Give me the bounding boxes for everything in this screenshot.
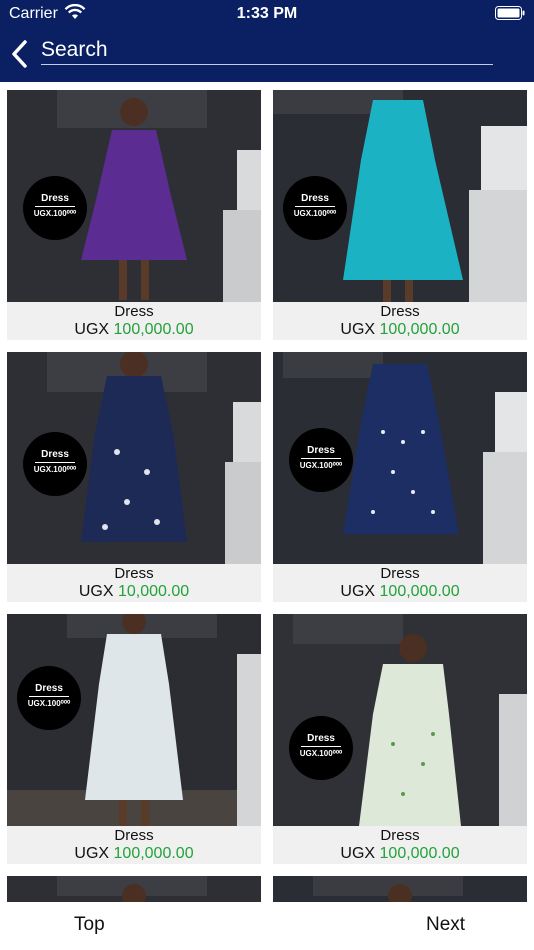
price-badge: Dress UGX.100⁰⁰⁰ <box>17 666 81 730</box>
product-price: UGX 100,000.00 <box>74 845 194 862</box>
product-name: Dress <box>380 303 420 320</box>
product-photo[interactable]: Dress UGX.100⁰⁰⁰ <box>7 352 261 564</box>
clock: 1:33 PM <box>236 5 298 22</box>
product-caption: Dress UGX 100,000.00 <box>7 826 261 864</box>
search-input[interactable] <box>41 36 493 65</box>
product-card[interactable]: Dress UGX.100⁰⁰⁰ Dress UGX 10,000.00 <box>7 352 261 602</box>
product-card-partial[interactable] <box>273 876 527 902</box>
status-bar: Carrier 1:33 PM <box>0 0 534 28</box>
product-caption: Dress UGX 100,000.00 <box>7 302 261 340</box>
product-price: UGX 100,000.00 <box>340 321 460 338</box>
product-card[interactable]: Dress UGX.100⁰⁰⁰ Dress UGX 100,000.00 <box>273 352 527 602</box>
product-card[interactable]: Dress UGX.100⁰⁰⁰ Dress UGX 100,000.00 <box>7 90 261 340</box>
product-caption: Dress UGX 100,000.00 <box>273 826 527 864</box>
product-caption: Dress UGX 100,000.00 <box>273 302 527 340</box>
product-name: Dress <box>380 827 420 844</box>
product-caption: Dress UGX 100,000.00 <box>273 564 527 602</box>
product-name: Dress <box>114 565 154 582</box>
product-caption: Dress UGX 10,000.00 <box>7 564 261 602</box>
product-price: UGX 100,000.00 <box>340 845 460 862</box>
price-badge: Dress UGX.100⁰⁰⁰ <box>289 428 353 492</box>
product-name: Dress <box>114 827 154 844</box>
product-price: UGX 100,000.00 <box>340 583 460 600</box>
product-card[interactable]: Dress UGX.100⁰⁰⁰ Dress UGX 100,000.00 <box>273 614 527 864</box>
price-badge: Dress UGX.100⁰⁰⁰ <box>289 716 353 780</box>
product-card[interactable]: Dress UGX.100⁰⁰⁰ Dress UGX 100,000.00 <box>7 614 261 864</box>
bottom-toolbar: Top Next <box>0 902 534 950</box>
product-price: UGX 100,000.00 <box>74 321 194 338</box>
product-price: UGX 10,000.00 <box>78 583 190 600</box>
product-card[interactable]: Dress UGX.100⁰⁰⁰ Dress UGX 100,000.00 <box>273 90 527 340</box>
battery-icon <box>495 6 525 20</box>
price-badge: Dress UGX.100⁰⁰⁰ <box>23 176 87 240</box>
product-grid[interactable]: Dress UGX.100⁰⁰⁰ Dress UGX 100,000.00 Dr… <box>0 82 534 902</box>
product-name: Dress <box>114 303 154 320</box>
product-photo[interactable]: Dress UGX.100⁰⁰⁰ <box>7 90 261 302</box>
product-photo[interactable]: Dress UGX.100⁰⁰⁰ <box>273 614 527 826</box>
product-photo[interactable]: Dress UGX.100⁰⁰⁰ <box>273 90 527 302</box>
chevron-left-icon[interactable] <box>8 38 32 70</box>
app-header: Carrier 1:33 PM <box>0 0 534 82</box>
price-badge: Dress UGX.100⁰⁰⁰ <box>283 176 347 240</box>
product-name: Dress <box>380 565 420 582</box>
next-button[interactable]: Next <box>426 914 465 936</box>
product-photo[interactable]: Dress UGX.100⁰⁰⁰ <box>7 614 261 826</box>
product-photo[interactable]: Dress UGX.100⁰⁰⁰ <box>273 352 527 564</box>
product-card-partial[interactable] <box>7 876 261 902</box>
top-button[interactable]: Top <box>74 914 105 936</box>
price-badge: Dress UGX.100⁰⁰⁰ <box>23 432 87 496</box>
